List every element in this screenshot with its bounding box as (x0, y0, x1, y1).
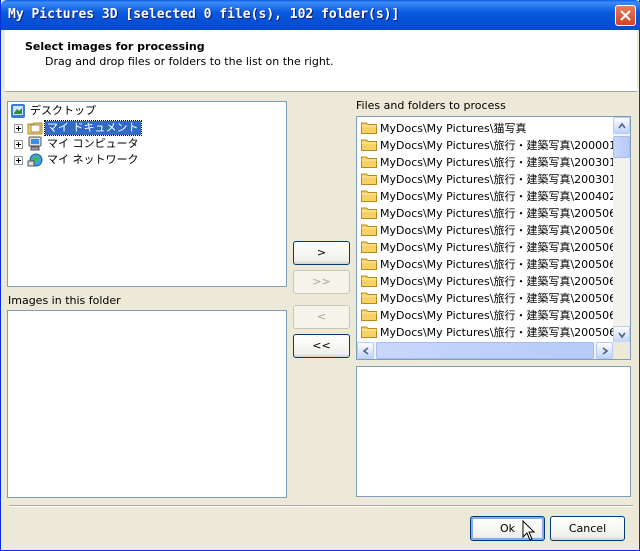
tree-item-desktop[interactable]: デスクトップ (10, 103, 98, 119)
tree-item-label: デスクトップ (30, 104, 96, 117)
list-item-label: MyDocs\My Pictures\旅行・建築写真\200506\ﾘｿ... (380, 291, 613, 305)
my-network-icon (27, 153, 43, 167)
cancel-button[interactable]: Cancel (550, 516, 625, 541)
window-title: My Pictures 3D [selected 0 file(s), 102 … (8, 7, 400, 22)
list-item[interactable]: MyDocs\My Pictures\旅行・建築写真\200506\ﾘｿ... (359, 306, 613, 323)
my-documents-icon (27, 122, 43, 135)
chevron-right-icon (602, 347, 609, 355)
list-item[interactable]: MyDocs\My Pictures\旅行・建築写真\200506\ﾘｿ... (359, 204, 613, 221)
scroll-up-button[interactable] (613, 117, 630, 134)
tree-item-label: マイ ドキュメント (44, 120, 142, 136)
list-item[interactable]: MyDocs\My Pictures\旅行・建築写真\200506\ﾘｿ... (359, 272, 613, 289)
tree-item-my-network[interactable]: マイ ネットワーク (14, 152, 141, 168)
close-button[interactable] (615, 5, 636, 26)
list-item[interactable]: MyDocs\My Pictures\旅行・建築写真\200506\ﾘｿ... (359, 255, 613, 272)
list-item-label: MyDocs\My Pictures\旅行・建築写真\200506\ﾘｿ... (380, 240, 613, 254)
horizontal-scrollbar[interactable] (357, 342, 613, 359)
folder-icon (361, 173, 377, 185)
list-item-label: MyDocs\My Pictures\旅行・建築写真\200506\ﾘｿ... (380, 257, 613, 271)
header-subtitle: Drag and drop files or folders to the li… (45, 55, 334, 68)
process-rows: MyDocs\My Pictures\猫写真 MyDocs\My Pictures… (359, 119, 613, 343)
list-item[interactable]: MyDocs\My Pictures\旅行・建築写真\200402京... (359, 187, 613, 204)
folder-icon (361, 139, 377, 151)
folder-icon (361, 292, 377, 304)
chevron-up-icon (618, 122, 626, 129)
desktop-icon (11, 104, 25, 118)
add-all-button[interactable]: >> (293, 270, 350, 294)
scroll-corner (613, 342, 630, 359)
images-panel-label: Images in this folder (8, 294, 121, 307)
list-item[interactable]: MyDocs\My Pictures\旅行・建築写真\200301銀... (359, 170, 613, 187)
remove-all-button[interactable]: << (293, 334, 350, 358)
list-item[interactable]: MyDocs\My Pictures\猫写真 (359, 119, 613, 136)
vertical-scroll-thumb[interactable] (613, 136, 630, 158)
list-item-label: MyDocs\My Pictures\旅行・建築写真\200506\ﾘｿ... (380, 308, 613, 322)
list-item-label: MyDocs\My Pictures\猫写真 (380, 121, 527, 135)
tree-item-my-computer[interactable]: マイ コンピュータ (14, 136, 141, 152)
images-list[interactable] (7, 310, 287, 498)
folder-icon (361, 326, 377, 338)
folder-icon (361, 275, 377, 287)
process-list[interactable]: MyDocs\My Pictures\猫写真 MyDocs\My Pictures… (356, 116, 631, 360)
tree-item-my-documents[interactable]: マイ ドキュメント (14, 120, 142, 136)
detail-panel (356, 366, 631, 497)
list-item[interactable]: MyDocs\My Pictures\旅行・建築写真\200001東... (359, 136, 613, 153)
list-item[interactable]: MyDocs\My Pictures\旅行・建築写真\200506\ﾘｿ... (359, 221, 613, 238)
chevron-left-icon (362, 347, 369, 355)
close-icon (620, 10, 631, 21)
folder-icon (361, 122, 377, 134)
tree-item-label: マイ コンピュータ (47, 137, 139, 150)
process-panel-label: Files and folders to process (356, 99, 506, 112)
list-item[interactable]: MyDocs\My Pictures\旅行・建築写真\200506\ﾘｿ... (359, 323, 613, 340)
folder-icon (361, 241, 377, 253)
horizontal-scroll-thumb[interactable] (376, 342, 594, 359)
folder-icon (361, 207, 377, 219)
list-item-label: MyDocs\My Pictures\旅行・建築写真\200506\ﾘｿ... (380, 206, 613, 220)
list-item-label: MyDocs\My Pictures\旅行・建築写真\200301銀... (380, 172, 613, 186)
scroll-down-button[interactable] (613, 326, 630, 343)
vertical-scrollbar[interactable] (613, 117, 630, 343)
list-item[interactable]: MyDocs\My Pictures\旅行・建築写真\200506\ﾘｿ... (359, 238, 613, 255)
folder-tree[interactable]: デスクトップ マイ ドキュメント マイ コンピュータ マイ ネットワーク (7, 101, 287, 287)
expand-icon[interactable] (14, 155, 23, 165)
tree-item-label: マイ ネットワーク (47, 153, 139, 166)
list-item[interactable]: MyDocs\My Pictures\旅行・建築写真\200506\ﾘｿ... (359, 289, 613, 306)
chevron-down-icon (618, 332, 626, 339)
folder-icon (361, 309, 377, 321)
header-title: Select images for processing (25, 40, 205, 53)
list-item[interactable]: MyDocs\My Pictures\旅行・建築写真\200301東... (359, 153, 613, 170)
list-item-label: MyDocs\My Pictures\旅行・建築写真\200506\ﾘｿ... (380, 274, 613, 288)
folder-icon (361, 190, 377, 202)
add-button[interactable]: > (293, 241, 350, 265)
scroll-left-button[interactable] (357, 342, 374, 359)
list-item-label: MyDocs\My Pictures\旅行・建築写真\200506\ﾘｿ... (380, 223, 613, 237)
folder-icon (361, 224, 377, 236)
list-item-label: MyDocs\My Pictures\旅行・建築写真\200506\ﾘｿ... (380, 325, 613, 339)
footer-divider (9, 505, 633, 507)
remove-button[interactable]: < (293, 305, 350, 329)
folder-icon (361, 258, 377, 270)
list-item-label: MyDocs\My Pictures\旅行・建築写真\200301東... (380, 155, 613, 169)
list-item-label: MyDocs\My Pictures\旅行・建築写真\200402京... (380, 189, 613, 203)
scroll-right-button[interactable] (596, 342, 613, 359)
folder-icon (361, 156, 377, 168)
title-bar[interactable]: My Pictures 3D [selected 0 file(s), 102 … (1, 0, 640, 30)
my-computer-icon (28, 136, 42, 151)
mouse-pointer-icon (522, 520, 536, 541)
expand-icon[interactable] (14, 139, 23, 149)
expand-icon[interactable] (14, 123, 23, 133)
list-item-label: MyDocs\My Pictures\旅行・建築写真\200001東... (380, 138, 613, 152)
dialog-window: My Pictures 3D [selected 0 file(s), 102 … (0, 0, 640, 551)
header-panel: Select images for processing Drag and dr… (5, 30, 637, 92)
